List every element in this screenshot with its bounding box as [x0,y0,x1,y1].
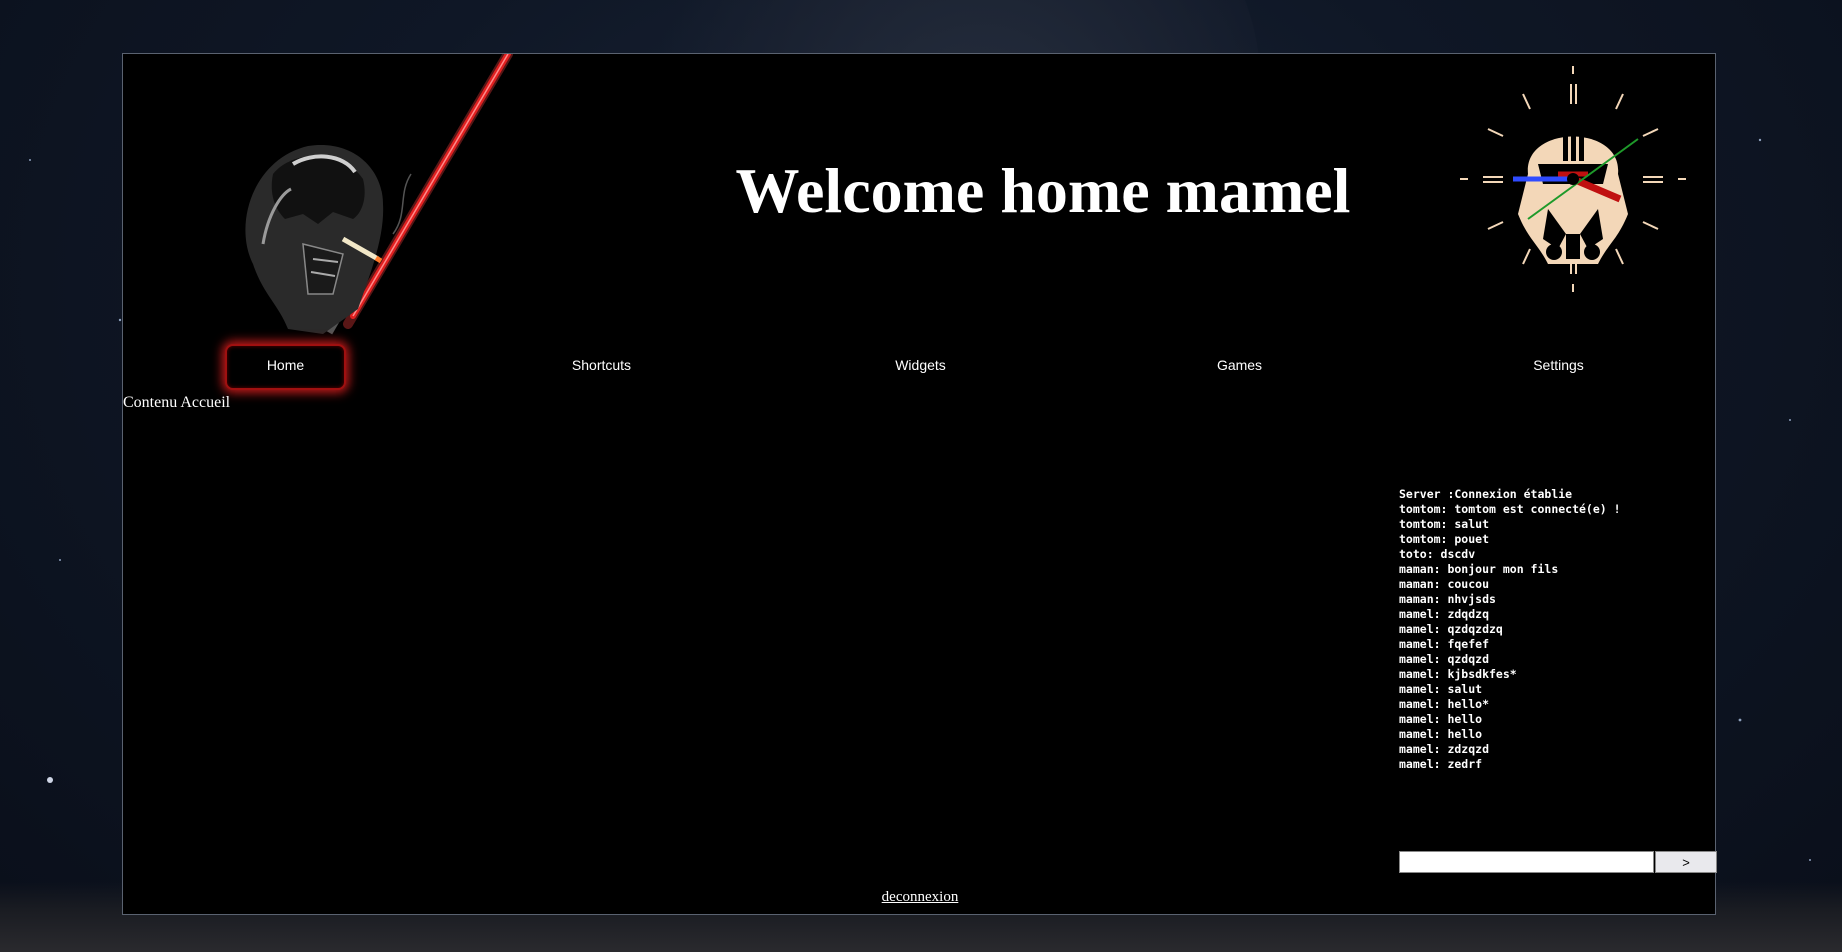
chat-input[interactable] [1399,851,1654,873]
chat-message: mamel: zdzqzd [1399,742,1490,756]
main-nav: Home Shortcuts Widgets Games Settings [123,344,1717,390]
chat-message: mamel: qzdqzdzq [1399,622,1503,636]
chat-message: mamel: salut [1399,682,1483,696]
chat-log: Server :Connexion établie tomtom: tomtom… [1399,487,1717,772]
vader-smoking-lightsaber-icon [245,54,513,335]
chat-send-button[interactable]: > [1655,851,1717,873]
chat-message: tomtom: tomtom est connecté(e) ! [1399,502,1621,516]
nav-widgets-button[interactable]: Widgets [862,344,979,386]
nav-shortcuts-button[interactable]: Shortcuts [543,344,660,386]
nav-games-button[interactable]: Games [1181,344,1298,386]
nav-settings-button[interactable]: Settings [1500,344,1617,386]
main-panel: Welcome home mamel Home Shortcuts Widget… [122,53,1717,915]
nav-home-button[interactable]: Home [225,344,346,390]
chat-message: mamel: qzdqzd [1399,652,1490,666]
chat-message: maman: bonjour mon fils [1399,562,1559,576]
chat-message: mamel: kjbsdkfes* [1399,667,1517,681]
chat-message: mamel: fqefef [1399,637,1490,651]
chat-message: Server :Connexion établie [1399,487,1573,501]
chat-message: maman: nhvjsds [1399,592,1496,606]
logout-link[interactable]: deconnexion [123,889,1717,906]
chat-message: toto: dscdv [1399,547,1476,561]
stormtrooper-clock-icon [1460,66,1686,292]
chat-message: mamel: zedrf [1399,757,1483,771]
page-title: Welcome home mamel [735,155,1351,226]
content-heading: Contenu Accueil [123,394,231,411]
chat-panel: Server :Connexion établie tomtom: tomtom… [1399,487,1717,772]
chat-message: mamel: zdqdzq [1399,607,1490,621]
chat-message: tomtom: pouet [1399,532,1490,546]
chat-message: mamel: hello* [1399,697,1490,711]
chat-message: tomtom: salut [1399,517,1490,531]
chat-message: mamel: hello [1399,727,1483,741]
chat-message: maman: coucou [1399,577,1490,591]
chat-form: > [1399,851,1717,873]
chat-message: mamel: hello [1399,712,1483,726]
